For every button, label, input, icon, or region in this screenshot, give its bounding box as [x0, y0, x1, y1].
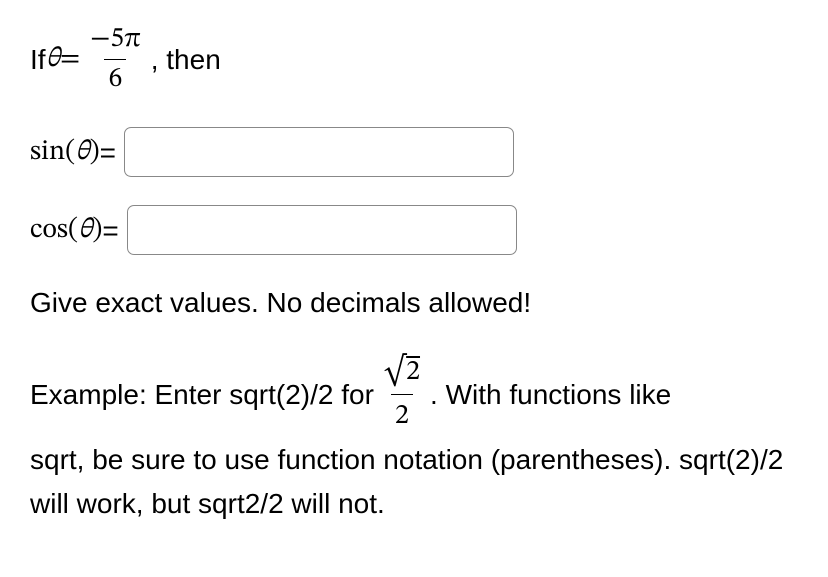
- cos-equals: =: [102, 211, 118, 250]
- theta-symbol: θ: [46, 40, 60, 79]
- cos-function: cos: [30, 211, 68, 250]
- sqrt-radicand: 2: [406, 358, 420, 386]
- example-frac-numerator: √2: [380, 351, 424, 394]
- example-line-2: sqrt, be sure to use function notation (…: [30, 438, 798, 525]
- example-part1: Example: Enter sqrt(2)/2 for: [30, 373, 374, 416]
- cos-row: cos (θ) =: [30, 205, 798, 255]
- sin-argument: (θ): [65, 133, 99, 172]
- sin-function: sin: [30, 133, 65, 172]
- cos-argument: (θ): [68, 211, 102, 250]
- sin-input[interactable]: [124, 127, 514, 177]
- example-block: Example: Enter sqrt(2)/2 for √2 2 . With…: [30, 351, 798, 526]
- fraction-numerator: −5π: [86, 20, 145, 59]
- cos-input[interactable]: [127, 205, 517, 255]
- instruction-text: Give exact values. No decimals allowed!: [30, 283, 798, 322]
- fraction-denominator: 6: [104, 59, 126, 99]
- example-part2: . With functions like: [430, 373, 671, 416]
- sin-equals: =: [100, 133, 116, 172]
- fraction-theta-value: −5π 6: [86, 20, 145, 99]
- problem-statement: If θ = −5π 6 , then: [30, 20, 798, 99]
- sqrt-symbol: √: [384, 358, 406, 386]
- sin-row: sin (θ) =: [30, 127, 798, 177]
- equals-sign: =: [60, 40, 80, 79]
- example-line-1: Example: Enter sqrt(2)/2 for √2 2 . With…: [30, 351, 798, 439]
- if-text: If: [30, 40, 46, 79]
- example-fraction: √2 2: [380, 351, 424, 439]
- then-text: , then: [151, 40, 221, 79]
- example-frac-denominator: 2: [391, 394, 413, 438]
